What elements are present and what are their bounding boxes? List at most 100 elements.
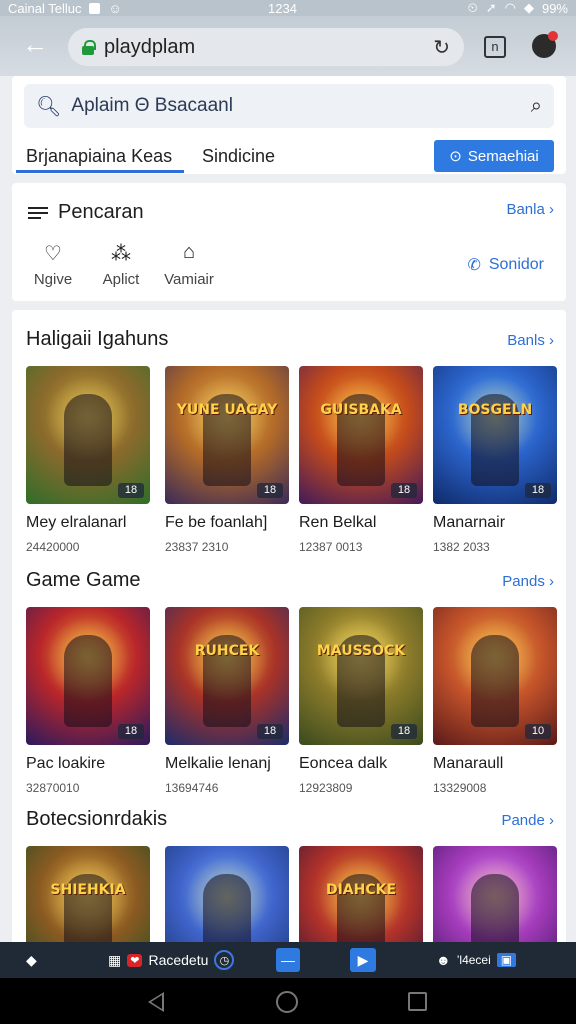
search-submit-icon[interactable]: ⌕ [531,95,542,118]
game-logo-text: BOSGELN [457,402,533,418]
taskbar-user[interactable]: ☻ ’l4ecei ▣ [436,948,517,972]
tab-secondary[interactable]: Sindicine [202,146,275,167]
quick-more-link[interactable]: Banla › [506,201,554,218]
character-figure [471,874,519,950]
section-more-link[interactable]: Pands › [502,573,554,590]
quick-item-label: Ngive [33,271,73,288]
section-title: Haligaii Igahuns [26,328,169,350]
game-downloads: 13329008 [433,781,487,795]
game-logo-text: DIAHCKE [325,882,397,898]
nav-back-icon[interactable] [148,992,164,1012]
game-title[interactable]: Pac loakire [26,755,150,773]
quick-item-apps[interactable]: ⁂ Aplict [100,241,142,288]
search-card: 🔍︎ Aplaim Θ Bsacaanl ⌕ Brjanapiaina Keas… [12,76,566,174]
game-title[interactable]: Manaraull [433,755,557,773]
game-downloads: 23837 2310 [165,540,229,554]
games-list: Haligaii Igahuns Banls › 18 Mey elralanarl 2… [12,310,566,950]
game-card[interactable]: YUNE UAGAY 18 Fe be foanlah] 23837 2310 [165,366,289,554]
game-card[interactable]: 18 Mey elralanarl 24420000 [26,366,150,554]
age-rating-badge: 18 [118,483,144,498]
game-title[interactable]: Melkalie lenanj [165,755,289,773]
search-field[interactable]: 🔍︎ Aplaim Θ Bsacaanl ⌕ [24,84,554,128]
menu-button[interactable] [532,31,558,58]
game-thumbnail[interactable]: YUNE UAGAY 18 [165,366,289,504]
reload-icon[interactable]: ↻ [433,35,450,60]
quick-item-bag[interactable]: ⌂ Vamiair [164,241,214,288]
taskbar-user-label: ’l4ecei [456,953,491,967]
url-text[interactable]: playdplam [104,36,433,59]
phone-icon: ✆ [467,257,481,274]
game-thumbnail[interactable]: DIAHCKE [299,846,423,950]
contact-button[interactable]: ✆ Sonidor [467,255,544,275]
game-card[interactable]: 18 Pac loakire 32870010 [26,607,150,795]
game-downloads: 13694746 [165,781,219,795]
quick-item-wishlist[interactable]: ♡ Ngive [32,241,74,288]
character-figure [471,635,519,727]
tabs-button[interactable]: n [484,36,506,58]
game-downloads: 12387 0013 [299,540,363,554]
avatar-icon: ☻ [436,952,451,968]
taskbar-app[interactable]: ▦ ❤ Racedetu ◷ [108,948,235,972]
game-thumbnail[interactable]: 18 [26,366,150,504]
age-rating-badge: 18 [391,483,417,498]
game-thumbnail[interactable]: 10 [433,607,557,745]
game-card[interactable]: GUISBAKA 18 Ren Belkal 12387 0013 [299,366,423,554]
age-rating-badge: 18 [257,724,283,739]
game-downloads: 1382 2033 [433,540,490,554]
game-card[interactable]: SHIEHKIA [26,846,150,950]
game-card[interactable] [433,846,557,950]
minimize-icon[interactable]: — [276,948,300,972]
play-icon[interactable]: ▶ [350,948,376,972]
bag-icon: ⌂ [182,241,196,263]
game-thumbnail[interactable] [165,846,289,950]
game-card[interactable]: RUHCEK 18 Melkalie lenanj 13694746 [165,607,289,795]
game-card[interactable]: DIAHCKE [299,846,423,950]
game-title[interactable]: Ren Belkal [299,514,423,532]
browser-toolbar: ← playdplam ↻ n [0,16,576,76]
tab-primary[interactable]: Brjanapiaina Keas [26,146,172,167]
section-title: Game Game [26,569,141,591]
character-figure [64,635,112,727]
game-card[interactable] [165,846,289,950]
age-rating-badge: 18 [391,724,417,739]
nav-home-icon[interactable] [276,991,298,1013]
section-more-link[interactable]: Banls › [507,332,554,349]
status-bar: Cainal Telluc ☺ 1234 ⏲ ➚ ◠ ◆ 99% [0,0,576,16]
search-placeholder[interactable]: Aplaim Θ Bsacaanl [71,95,530,117]
back-arrow-icon[interactable]: ← [22,31,48,58]
game-title[interactable]: Manarnair [433,514,557,532]
age-rating-badge: 18 [257,483,283,498]
cta-button[interactable]: ⊙ Semaehiai [434,140,554,172]
diamond-icon[interactable]: ◆ [26,948,37,972]
game-thumbnail[interactable]: 18 [26,607,150,745]
game-card[interactable]: BOSGELN 18 Manarnair 1382 2033 [433,366,557,554]
game-thumbnail[interactable] [433,846,557,950]
game-thumbnail[interactable]: SHIEHKIA [26,846,150,950]
game-thumbnail[interactable]: MAUSSOCK 18 [299,607,423,745]
game-title[interactable]: Fe be foanlah] [165,514,289,532]
carrier-label: Cainal Telluc [8,0,82,16]
taskbar-app-label: Racedetu [148,952,209,968]
game-card[interactable]: 10 Manaraull 13329008 [433,607,557,795]
notification-icon [89,2,101,14]
game-thumbnail[interactable]: RUHCEK 18 [165,607,289,745]
game-thumbnail[interactable]: GUISBAKA 18 [299,366,423,504]
nav-recent-icon[interactable] [408,992,427,1011]
game-logo-text: MAUSSOCK [316,643,406,659]
game-thumbnail[interactable]: BOSGELN 18 [433,366,557,504]
game-title[interactable]: Eoncea dalk [299,755,423,773]
game-section: Game Game Pands › 18 Pac loakire 32870010 RUH… [12,565,566,805]
window-icon: ▣ [496,953,517,967]
apps-icon: ⁂ [111,243,131,265]
game-title[interactable]: Mey elralanarl [26,514,150,532]
section-more-link[interactable]: Pande › [501,812,554,829]
address-bar[interactable]: playdplam ↻ [68,28,464,66]
location-icon: ➚ [485,0,497,15]
game-card[interactable]: MAUSSOCK 18 Eoncea dalk 12923809 [299,607,423,795]
active-tab-underline [16,170,184,173]
quick-item-label: Aplict [102,271,140,288]
game-logo-text: SHIEHKIA [50,882,126,898]
cta-icon: ⊙ [449,148,462,165]
age-rating-badge: 10 [525,724,551,739]
signal-icon: ◆ [523,0,534,15]
